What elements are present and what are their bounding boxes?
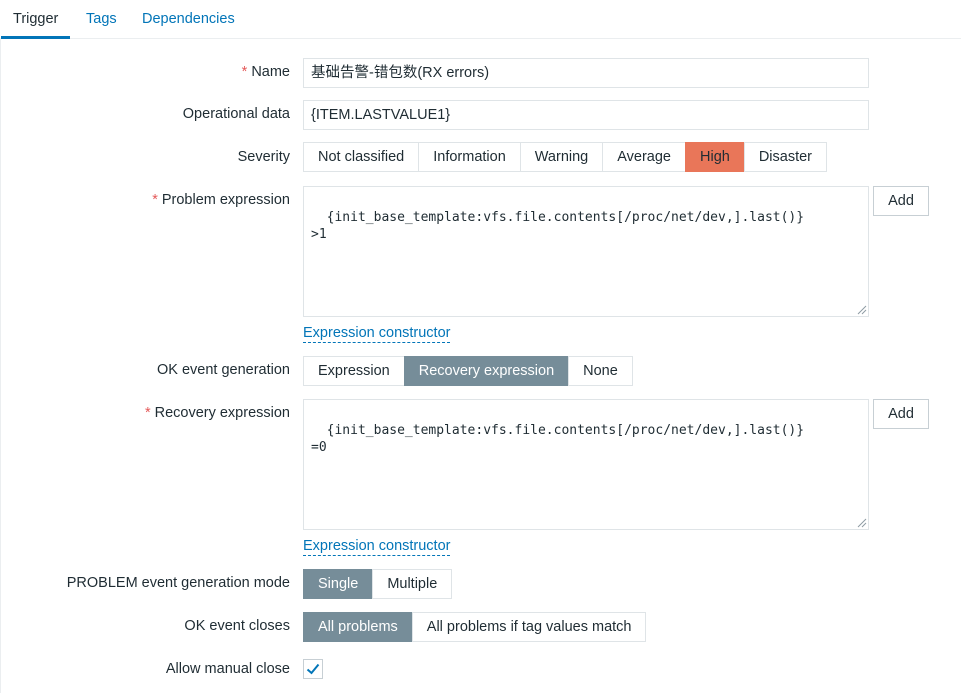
problem-expression-constructor-link[interactable]: Expression constructor xyxy=(303,325,451,343)
ok-closes-selector: All problems All problems if tag values … xyxy=(303,612,647,642)
operational-data-label: Operational data xyxy=(182,106,290,122)
ok-closes-all-problems[interactable]: All problems xyxy=(303,612,413,642)
name-label: * Name xyxy=(241,64,290,80)
problem-expression-textarea[interactable]: {init_base_template:vfs.file.contents[/p… xyxy=(303,186,869,317)
operational-data-input[interactable]: {ITEM.LASTVALUE1} xyxy=(303,100,869,130)
resize-handle-icon[interactable] xyxy=(856,517,867,528)
resize-handle-icon[interactable] xyxy=(856,304,867,315)
name-input[interactable]: 基础告警-错包数(RX errors) xyxy=(303,58,869,88)
recovery-expression-add-button[interactable]: Add xyxy=(873,399,929,429)
severity-warning[interactable]: Warning xyxy=(519,142,604,172)
checkmark-icon xyxy=(306,663,320,675)
ok-closes-tag-match[interactable]: All problems if tag values match xyxy=(411,612,647,642)
tab-tags[interactable]: Tags xyxy=(86,0,117,39)
ok-event-generation-selector: Expression Recovery expression None xyxy=(303,356,633,386)
severity-high[interactable]: High xyxy=(685,142,745,172)
severity-not-classified[interactable]: Not classified xyxy=(303,142,420,172)
recovery-expression-text: {init_base_template:vfs.file.contents[/p… xyxy=(311,423,805,455)
severity-disaster[interactable]: Disaster xyxy=(743,142,828,172)
ok-gen-expression[interactable]: Expression xyxy=(303,356,405,386)
required-mark: * xyxy=(241,64,248,80)
required-mark: * xyxy=(144,405,151,421)
required-mark: * xyxy=(152,192,158,208)
tab-trigger[interactable]: Trigger xyxy=(1,0,71,39)
recovery-expression-label: * Recovery expression xyxy=(144,405,290,421)
recovery-expression-textarea[interactable]: {init_base_template:vfs.file.contents[/p… xyxy=(303,399,869,530)
problem-expression-label: * Problem expression xyxy=(152,192,290,208)
manual-close-checkbox[interactable] xyxy=(303,659,323,679)
ok-gen-none[interactable]: None xyxy=(568,356,633,386)
ok-event-generation-label: OK event generation xyxy=(156,362,290,378)
problem-mode-label: PROBLEM event generation mode xyxy=(66,575,290,591)
tab-bar: Trigger Tags Dependencies xyxy=(0,0,961,39)
problem-mode-single[interactable]: Single xyxy=(303,569,374,599)
severity-selector: Not classified Information Warning Avera… xyxy=(303,142,828,172)
problem-expression-add-button[interactable]: Add xyxy=(873,186,929,216)
ok-closes-label: OK event closes xyxy=(184,618,290,634)
ok-gen-recovery-expression[interactable]: Recovery expression xyxy=(403,356,570,386)
severity-information[interactable]: Information xyxy=(418,142,521,172)
tab-dependencies[interactable]: Dependencies xyxy=(142,0,235,39)
recovery-expression-constructor-link[interactable]: Expression constructor xyxy=(303,538,451,556)
manual-close-label: Allow manual close xyxy=(165,661,290,677)
problem-expression-text: {init_base_template:vfs.file.contents[/p… xyxy=(311,210,805,242)
severity-label: Severity xyxy=(237,149,290,165)
severity-average[interactable]: Average xyxy=(602,142,686,172)
problem-mode-selector: Single Multiple xyxy=(303,569,453,599)
problem-mode-multiple[interactable]: Multiple xyxy=(372,569,453,599)
